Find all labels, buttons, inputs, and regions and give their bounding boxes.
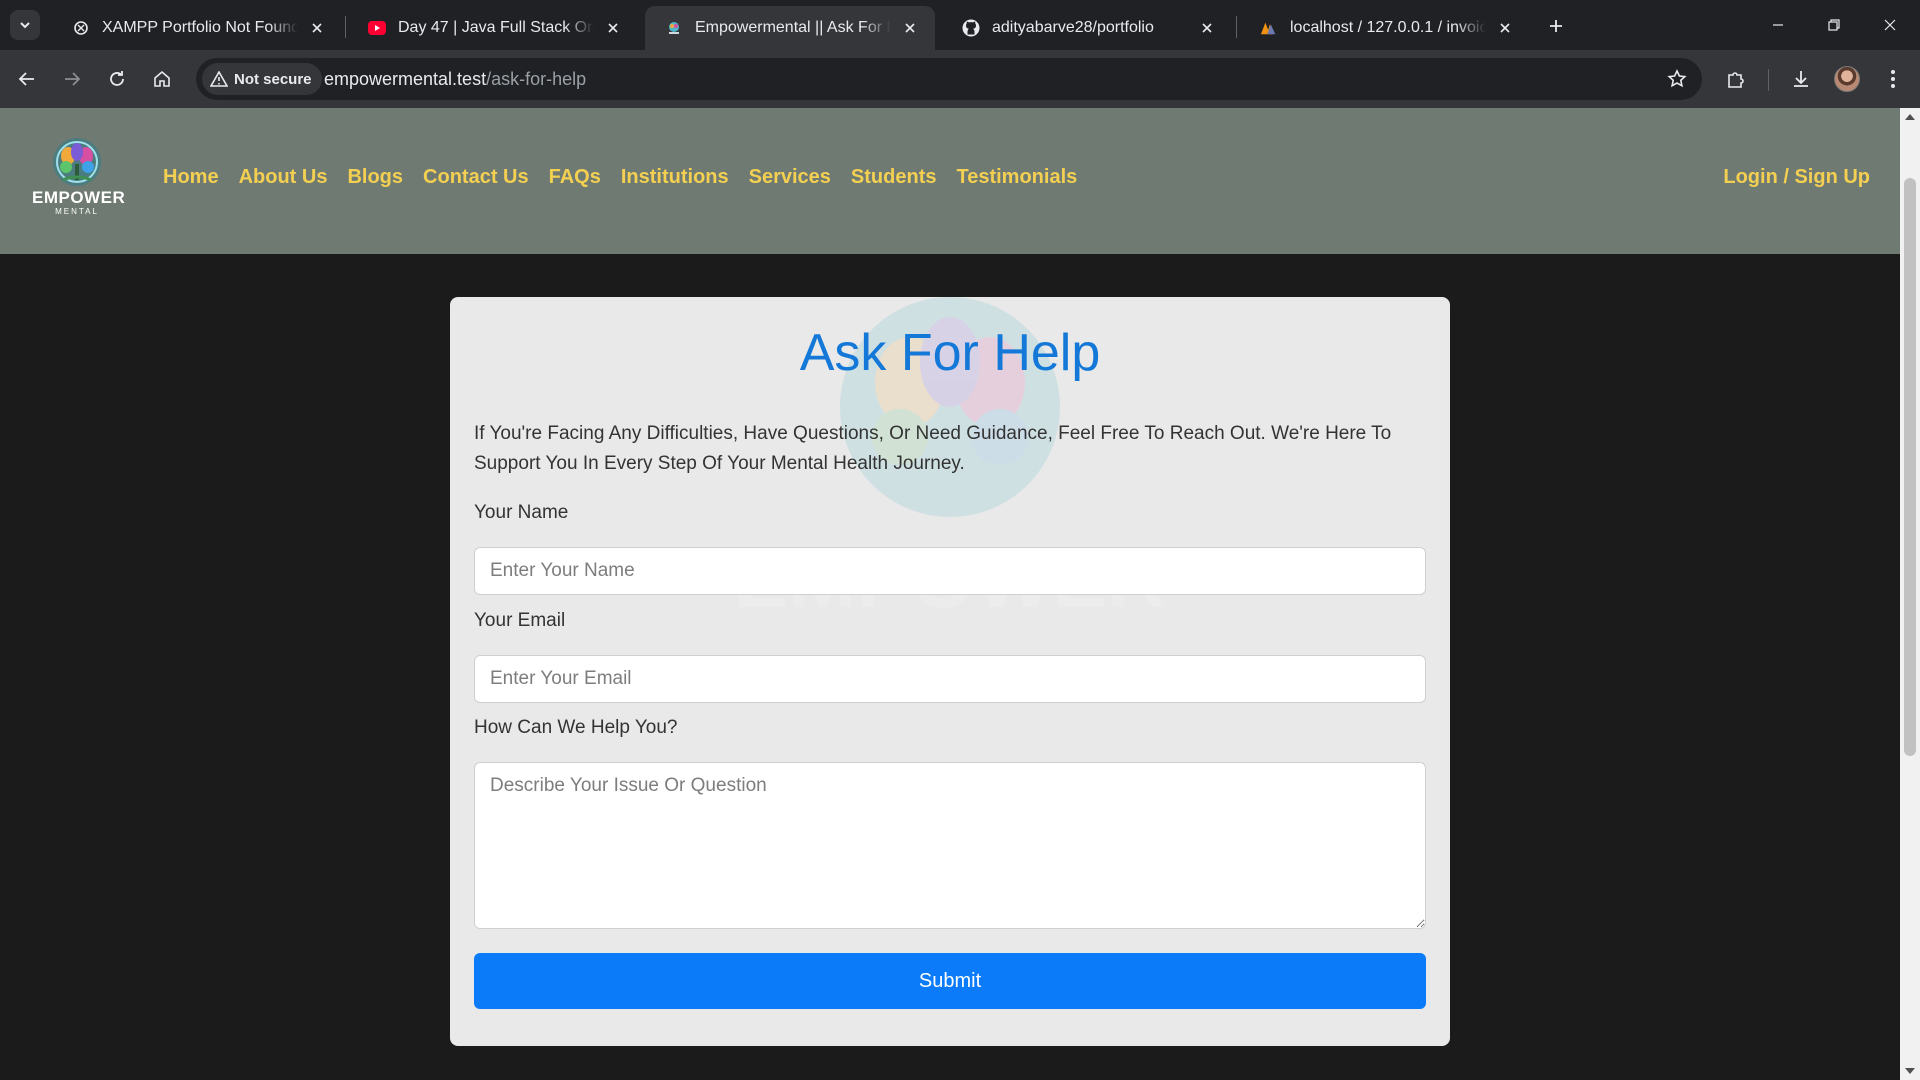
forward-button[interactable] — [55, 62, 89, 96]
tab-title: adityabarve28/portfolio — [992, 19, 1154, 36]
close-tab-icon[interactable] — [306, 17, 328, 39]
tab-title: localhost / 127.0.0.1 / invoice_m — [1290, 19, 1486, 36]
email-label: Your Email — [474, 610, 566, 631]
tab-title: XAMPP Portfolio Not Found — [102, 19, 298, 36]
nav-blogs[interactable]: Blogs — [347, 166, 403, 189]
security-label: Not secure — [234, 70, 312, 88]
toolbar-divider — [1768, 69, 1769, 91]
message-textarea[interactable] — [474, 762, 1426, 929]
nav-services[interactable]: Services — [749, 166, 831, 189]
close-tab-icon[interactable] — [1494, 17, 1516, 39]
back-button[interactable] — [10, 62, 44, 96]
menu-button[interactable] — [1876, 62, 1910, 96]
security-chip[interactable]: Not secure — [202, 63, 322, 95]
phpmyadmin-icon — [1260, 19, 1278, 37]
message-label: How Can We Help You? — [474, 717, 678, 738]
url-path: /ask-for-help — [486, 69, 587, 89]
nav-institutions[interactable]: Institutions — [621, 166, 729, 189]
arrow-left-icon — [18, 72, 34, 86]
nav-faqs[interactable]: FAQs — [549, 166, 601, 189]
site-logo[interactable]: EMPOWER MENTAL — [32, 136, 126, 226]
browser-tab[interactable]: Day 47 | Java Full Stack Online T — [348, 6, 638, 50]
download-icon — [1794, 71, 1808, 87]
url-text[interactable]: empowermental.test/ask-for-help — [324, 69, 586, 90]
reload-icon — [110, 71, 124, 86]
bookmark-button[interactable] — [1664, 66, 1690, 92]
name-input[interactable] — [474, 547, 1426, 595]
tab-title: Empowermental || Ask For Help — [695, 19, 891, 36]
puzzle-icon — [1728, 72, 1744, 88]
tab-search-button[interactable] — [10, 10, 40, 40]
close-tab-icon[interactable] — [899, 17, 921, 39]
page-viewport: EMPOWER MENTAL Home About Us Blogs Conta… — [0, 108, 1900, 1080]
close-tab-icon[interactable] — [1196, 17, 1218, 39]
ask-for-help-card: EMPOWER Ask For Help If You're Facing An… — [450, 297, 1450, 1046]
restore-button[interactable] — [1806, 0, 1862, 50]
tab-separator — [1236, 16, 1237, 38]
browser-tab[interactable]: adityabarve28/portfolio — [942, 6, 1232, 50]
profile-button[interactable] — [1830, 62, 1864, 96]
xampp-icon — [72, 19, 90, 37]
reload-button[interactable] — [100, 62, 134, 96]
nav-contact-us[interactable]: Contact Us — [423, 166, 529, 189]
new-tab-button[interactable] — [1542, 12, 1570, 40]
scroll-up-arrow-icon[interactable] — [1905, 114, 1915, 120]
scrollbar-thumb[interactable] — [1904, 178, 1916, 756]
youtube-icon — [368, 19, 386, 37]
close-tab-icon[interactable] — [602, 17, 624, 39]
nav-home[interactable]: Home — [163, 166, 219, 189]
email-input[interactable] — [474, 655, 1426, 703]
minimize-button[interactable] — [1750, 0, 1806, 50]
browser-tab-active[interactable]: Empowermental || Ask For Help — [645, 6, 935, 50]
main-nav: Home About Us Blogs Contact Us FAQs Inst… — [163, 166, 1097, 189]
tab-separator — [345, 16, 346, 38]
chevron-down-icon — [20, 22, 30, 29]
home-icon — [154, 70, 170, 87]
submit-button[interactable]: Submit — [474, 953, 1426, 1009]
name-label: Your Name — [474, 502, 569, 523]
browser-tab-bar: XAMPP Portfolio Not Found Day 47 | Java … — [0, 0, 1920, 50]
nav-students[interactable]: Students — [851, 166, 937, 189]
browser-toolbar: Not secure empowermental.test/ask-for-he… — [0, 50, 1920, 108]
minimize-icon — [1773, 24, 1783, 26]
login-signup-link[interactable]: Login / Sign Up — [1723, 166, 1870, 189]
browser-tab[interactable]: XAMPP Portfolio Not Found — [52, 6, 342, 50]
arrow-right-icon — [65, 72, 81, 86]
site-header: EMPOWER MENTAL Home About Us Blogs Conta… — [0, 108, 1900, 254]
home-button[interactable] — [145, 62, 179, 96]
page-title: Ask For Help — [799, 324, 1101, 382]
empower-favicon-icon — [665, 19, 683, 37]
browser-tab[interactable]: localhost / 127.0.0.1 / invoice_m — [1240, 6, 1530, 50]
tab-title: Day 47 | Java Full Stack Online T — [398, 19, 594, 36]
page-scrollbar[interactable] — [1900, 108, 1920, 1080]
logo-text: EMPOWER — [32, 188, 126, 207]
nav-testimonials[interactable]: Testimonials — [956, 166, 1077, 189]
extensions-button[interactable] — [1718, 62, 1752, 96]
close-window-button[interactable] — [1862, 0, 1918, 50]
warning-icon — [210, 71, 228, 87]
url-host: empowermental.test — [324, 69, 487, 89]
github-icon — [962, 19, 980, 37]
avatar — [1834, 66, 1860, 92]
star-icon — [1667, 69, 1687, 88]
downloads-button[interactable] — [1784, 62, 1818, 96]
kebab-menu-icon — [1891, 70, 1895, 88]
address-bar[interactable]: Not secure empowermental.test/ask-for-he… — [196, 58, 1702, 100]
logo-subtext: MENTAL — [55, 207, 99, 216]
brain-logo-icon — [53, 138, 101, 186]
nav-about-us[interactable]: About Us — [239, 166, 328, 189]
plus-icon — [1550, 20, 1562, 32]
close-icon — [1884, 19, 1896, 31]
intro-text: If You're Facing Any Difficulties, Have … — [474, 423, 1392, 474]
restore-icon — [1828, 19, 1840, 31]
scroll-down-arrow-icon[interactable] — [1905, 1068, 1915, 1074]
